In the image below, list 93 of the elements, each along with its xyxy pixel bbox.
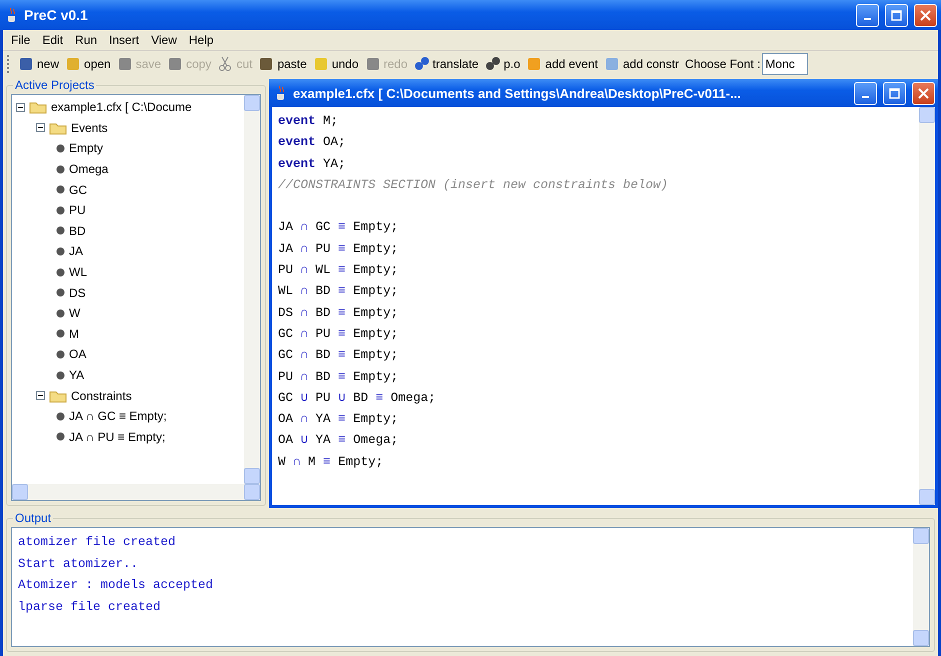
code-line: WL ∩ BD ≡ Empty; [278, 283, 400, 300]
panel-title: Output [13, 511, 54, 525]
code-line: GC ∪ PU ∪ BD ≡ Omega; [278, 390, 437, 407]
scrollbar[interactable] [12, 484, 260, 500]
tree-item[interactable]: JA ∩ GC ≡ Empty; [69, 409, 167, 424]
code-line: event M; [278, 113, 340, 130]
output-line: Start atomizer.. [18, 556, 140, 572]
code-line: event YA; [278, 156, 347, 173]
output-line: atomizer file created [18, 534, 177, 551]
scrollbar[interactable] [244, 95, 260, 484]
bullet-icon [56, 432, 65, 442]
menu-item[interactable]: File [5, 33, 36, 47]
output-line: lparse file created [18, 598, 162, 616]
tree-item[interactable]: W [69, 306, 80, 320]
minimize-icon [862, 96, 869, 98]
bullet-icon [56, 226, 65, 236]
menu-item[interactable]: Run [69, 33, 104, 47]
tree-item[interactable]: PU [69, 203, 86, 218]
tree-item[interactable]: example1.cfx [ C:\Docume [51, 100, 192, 114]
cup-icon [275, 85, 287, 101]
bullet-icon [56, 144, 65, 153]
bullet-icon [56, 412, 65, 421]
menu-item[interactable]: Edit [36, 33, 70, 47]
scrollbar[interactable] [913, 528, 929, 646]
tree-item[interactable]: Events [71, 120, 108, 135]
window-title: PreC v0.1 [24, 7, 89, 23]
minimize-button[interactable] [854, 82, 877, 104]
bullet-icon [56, 246, 65, 256]
menu-item[interactable]: Insert [103, 33, 146, 47]
bullet-icon [56, 206, 65, 215]
minimize-icon [864, 18, 871, 20]
maximize-icon [889, 88, 900, 98]
bullet-icon [56, 164, 65, 174]
tree-item[interactable]: M [69, 326, 79, 341]
tree-item[interactable]: BD [69, 224, 86, 238]
maximize-icon [891, 10, 902, 20]
maximize-button[interactable] [883, 82, 906, 104]
code-line: GC ∩ PU ≡ Empty; [278, 326, 400, 343]
code-line: DS ∩ BD ≡ Empty; [278, 304, 400, 322]
toolbar-button[interactable]: add constr [602, 56, 682, 72]
close-icon [920, 10, 931, 20]
code-line: GC ∩ BD ≡ Empty; [278, 347, 400, 364]
code-line: event OA; [278, 134, 347, 152]
tree-item[interactable]: GC [69, 182, 87, 197]
code-line: PU ∩ BD ≡ Empty; [278, 368, 400, 386]
minimize-button[interactable] [856, 4, 879, 26]
bullet-icon [56, 329, 65, 338]
toolbar-button[interactable]: open [63, 56, 113, 72]
code-line: W ∩ M ≡ Empty; [278, 454, 384, 471]
toolbar-button[interactable]: paste [256, 56, 309, 72]
toolbar-button[interactable]: add event [524, 56, 600, 72]
tree-item[interactable]: Empty [69, 141, 104, 156]
toolbar-button[interactable]: new [16, 56, 62, 72]
maximize-button[interactable] [885, 4, 908, 26]
menu-item[interactable]: Help [182, 33, 220, 47]
bullet-icon [56, 185, 65, 194]
font-field[interactable]: Monc [762, 53, 808, 75]
panel-title: Active Projects [13, 78, 96, 92]
bullet-icon [56, 268, 65, 277]
scissors-icon [217, 56, 234, 72]
output-line: Atomizer : models accepted [18, 577, 214, 594]
tree-item[interactable]: DS [69, 286, 86, 300]
toolbar-button[interactable]: p.o [482, 56, 522, 72]
bullet-icon [56, 370, 65, 380]
tree-item[interactable]: JA ∩ PU ≡ Empty; [69, 430, 166, 444]
tree-item[interactable]: YA [69, 368, 84, 382]
code-line: PU ∩ WL ≡ Empty; [278, 262, 400, 280]
code-line: JA ∩ PU ≡ Empty; [278, 240, 400, 258]
cup-icon [6, 7, 18, 23]
collapse-icon[interactable] [36, 391, 45, 400]
close-button[interactable] [914, 4, 937, 26]
tree-item[interactable]: Omega [69, 162, 108, 176]
collapse-icon[interactable] [36, 123, 45, 132]
scrollbar[interactable] [919, 107, 935, 505]
bullet-icon [56, 350, 65, 359]
toolbar-button[interactable]: undo [310, 56, 361, 72]
tree-item[interactable]: OA [69, 347, 86, 362]
collapse-icon[interactable] [16, 102, 25, 112]
close-icon [918, 88, 929, 98]
code-line: OA ∩ YA ≡ Empty; [278, 411, 400, 428]
tree-item[interactable]: WL [69, 265, 87, 280]
code-line: //CONSTRAINTS SECTION (insert new constraints below) [278, 176, 670, 194]
close-button[interactable] [912, 82, 935, 104]
code-line: OA ∪ YA ≡ Omega; [278, 432, 400, 450]
tree-item[interactable]: Constraints [71, 388, 132, 403]
menu-item[interactable]: View [145, 33, 183, 47]
bullet-icon [56, 288, 65, 298]
tree-item[interactable]: JA [69, 244, 84, 258]
bullet-icon [56, 308, 65, 318]
code-line: JA ∩ GC ≡ Empty; [278, 219, 400, 236]
font-label: Choose Font : [685, 57, 760, 71]
toolbar-button[interactable]: translate [412, 56, 481, 72]
editor-title: example1.cfx [ C:\Documents and Settings\Andrea\Desktop\PreC-v011-... [293, 86, 742, 100]
